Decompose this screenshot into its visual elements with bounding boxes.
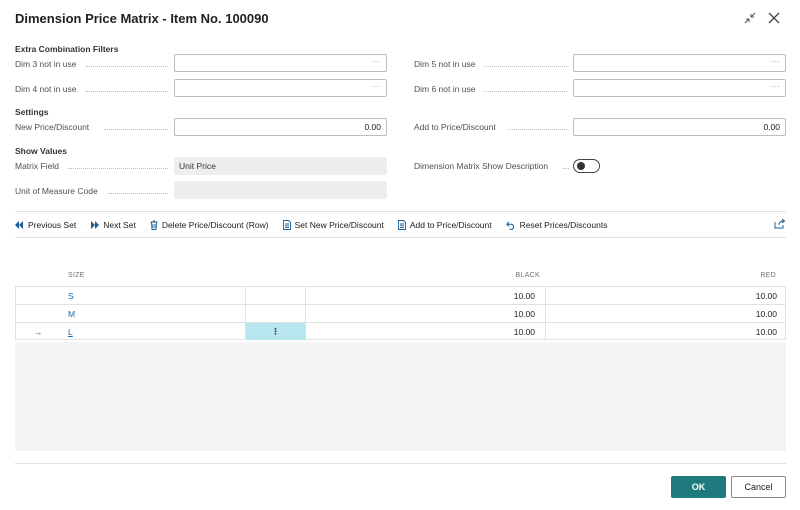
undo-icon [505,221,516,230]
dim3-field[interactable]: ··· [174,54,387,72]
dim4-label: Dim 4 not in use [15,84,77,94]
add-price-input[interactable]: 0.00 [573,118,786,136]
add-to-price-discount-button[interactable]: Add to Price/Discount [397,220,492,230]
dim4-field[interactable]: ··· [174,79,387,97]
share-icon[interactable] [774,218,786,231]
document-icon [397,220,406,230]
red-cell[interactable]: 10.00 [546,287,777,304]
table-row-selected[interactable]: → L ⋮ 10.00 10.00 [15,322,786,340]
cancel-button[interactable]: Cancel [731,476,786,498]
dim3-lookup-icon[interactable]: ··· [372,57,382,66]
page-title: Dimension Price Matrix - Item No. 100090 [15,11,269,26]
set-new-price-discount-button[interactable]: Set New Price/Discount [282,220,384,230]
add-price-leader [508,129,567,130]
divider [15,211,786,212]
trash-icon [150,220,158,230]
show-description-toggle[interactable] [573,159,600,173]
new-price-input[interactable]: 0.00 [174,118,387,136]
column-header-size[interactable]: SIZE [68,272,85,279]
row-actions-kebab-icon[interactable]: ⋮ [246,323,305,340]
section-extra-filters: Extra Combination Filters [15,44,119,54]
new-price-leader [104,129,168,130]
document-icon [282,220,291,230]
size-cell[interactable]: M [68,305,75,322]
column-header-black[interactable]: BLACK [516,272,540,279]
dim4-lookup-icon[interactable]: ··· [372,82,382,91]
row-marker-icon: → [34,326,43,337]
dim5-leader [484,66,567,67]
dim3-leader [86,66,168,67]
new-price-label: New Price/Discount [15,122,90,132]
uom-code-leader [108,193,168,194]
matrix-field-value: Unit Price [174,157,387,175]
show-description-label: Dimension Matrix Show Description [414,161,549,171]
dim6-field[interactable]: ··· [573,79,786,97]
dim5-lookup-icon[interactable]: ··· [771,57,781,66]
add-price-label: Add to Price/Discount [414,122,496,132]
uom-code-value [174,181,387,199]
column-header-red[interactable]: RED [760,272,776,279]
table-row[interactable]: S 10.00 10.00 [15,286,786,304]
dim5-field[interactable]: ··· [573,54,786,72]
section-settings: Settings [15,107,49,117]
collapse-icon[interactable] [741,9,759,27]
matrix-grid: SIZE BLACK RED S 10.00 10.00 M 10.00 10.… [15,268,786,340]
grid-header: SIZE BLACK RED [15,268,786,286]
black-cell[interactable]: 10.00 [306,305,535,322]
black-cell[interactable]: 10.00 [306,323,535,340]
matrix-field-leader [68,168,168,169]
divider [15,237,786,238]
column-separator [245,305,246,322]
next-set-icon [90,221,100,229]
previous-set-button[interactable]: Previous Set [15,220,76,230]
dim6-label: Dim 6 not in use [414,84,476,94]
size-cell[interactable]: S [68,287,74,304]
show-description-leader [563,168,569,169]
next-set-button[interactable]: Next Set [90,220,136,230]
uom-code-label: Unit of Measure Code [15,186,98,196]
ok-button[interactable]: OK [671,476,726,498]
column-separator [245,287,246,304]
red-cell[interactable]: 10.00 [546,323,777,340]
action-bar: Previous Set Next Set Delete Price/Disco… [15,216,786,234]
close-icon[interactable] [765,9,783,27]
section-show-values: Show Values [15,146,67,156]
table-row[interactable]: M 10.00 10.00 [15,304,786,322]
red-cell[interactable]: 10.00 [546,305,777,322]
reset-prices-discounts-button[interactable]: Reset Prices/Discounts [505,220,607,230]
size-cell[interactable]: L [68,323,73,340]
toggle-knob [577,162,585,170]
previous-set-icon [15,221,24,229]
dim6-lookup-icon[interactable]: ··· [771,82,781,91]
dim4-leader [86,91,168,92]
dim5-label: Dim 5 not in use [414,59,476,69]
dim3-label: Dim 3 not in use [15,59,77,69]
dim6-leader [484,91,567,92]
delete-price-discount-button[interactable]: Delete Price/Discount (Row) [150,220,269,230]
matrix-field-label: Matrix Field [15,161,59,171]
grid-empty-area [15,342,786,451]
divider [15,463,786,464]
black-cell[interactable]: 10.00 [306,287,535,304]
